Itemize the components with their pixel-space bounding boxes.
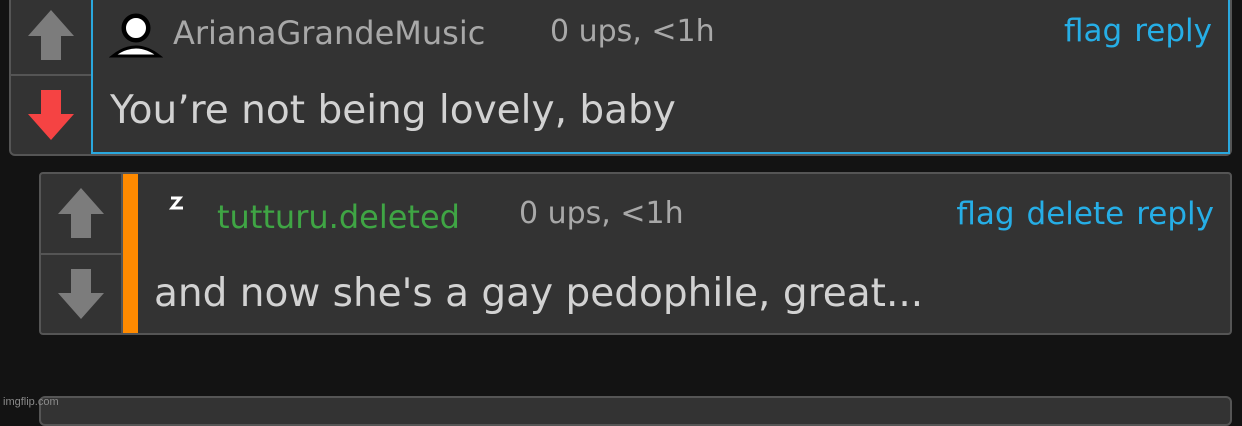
upvote-button[interactable] <box>41 174 121 253</box>
arrow-up-icon <box>28 10 74 60</box>
comment-header: ArianaGrandeMusic 0 ups, <1h flag reply <box>93 0 1228 64</box>
arrow-down-icon <box>58 268 104 319</box>
comment-actions: flag reply <box>1064 13 1212 49</box>
upvote-button[interactable] <box>11 0 91 74</box>
arrow-up-icon <box>58 188 104 239</box>
vote-column <box>11 0 91 154</box>
comment-2: tutturu.deleted 0 ups, <1h flag delete r… <box>39 172 1232 335</box>
user-silhouette-icon <box>109 13 163 58</box>
username[interactable]: ArianaGrandeMusic <box>173 14 485 52</box>
comment-3-partial <box>39 396 1232 426</box>
reply-link[interactable]: reply <box>1136 196 1214 232</box>
watermark: imgflip.com <box>3 396 59 408</box>
comment-meta: 0 ups, <1h <box>550 14 715 49</box>
vote-column <box>41 174 121 333</box>
comment-body: tutturu.deleted 0 ups, <1h flag delete r… <box>121 174 1230 333</box>
comment-header: tutturu.deleted 0 ups, <1h flag delete r… <box>123 174 1230 242</box>
comment-text: You’re not being lovely, baby <box>110 88 676 133</box>
comment-body: ArianaGrandeMusic 0 ups, <1h flag reply … <box>91 0 1230 154</box>
flag-link[interactable]: flag <box>1064 13 1122 49</box>
delete-link[interactable]: delete <box>1027 196 1125 232</box>
arrow-down-icon <box>28 90 74 140</box>
username[interactable]: tutturu.deleted <box>217 198 460 236</box>
lightning-icon <box>168 196 184 210</box>
comment-meta: 0 ups, <1h <box>519 196 684 231</box>
reply-link[interactable]: reply <box>1134 13 1212 49</box>
downvote-button[interactable] <box>41 252 121 334</box>
comment-actions: flag delete reply <box>956 196 1214 232</box>
comment-1: ArianaGrandeMusic 0 ups, <1h flag reply … <box>9 0 1232 156</box>
downvote-button[interactable] <box>11 74 91 154</box>
flag-link[interactable]: flag <box>956 196 1014 232</box>
comment-text: and now she's a gay pedophile, great... <box>154 271 924 316</box>
